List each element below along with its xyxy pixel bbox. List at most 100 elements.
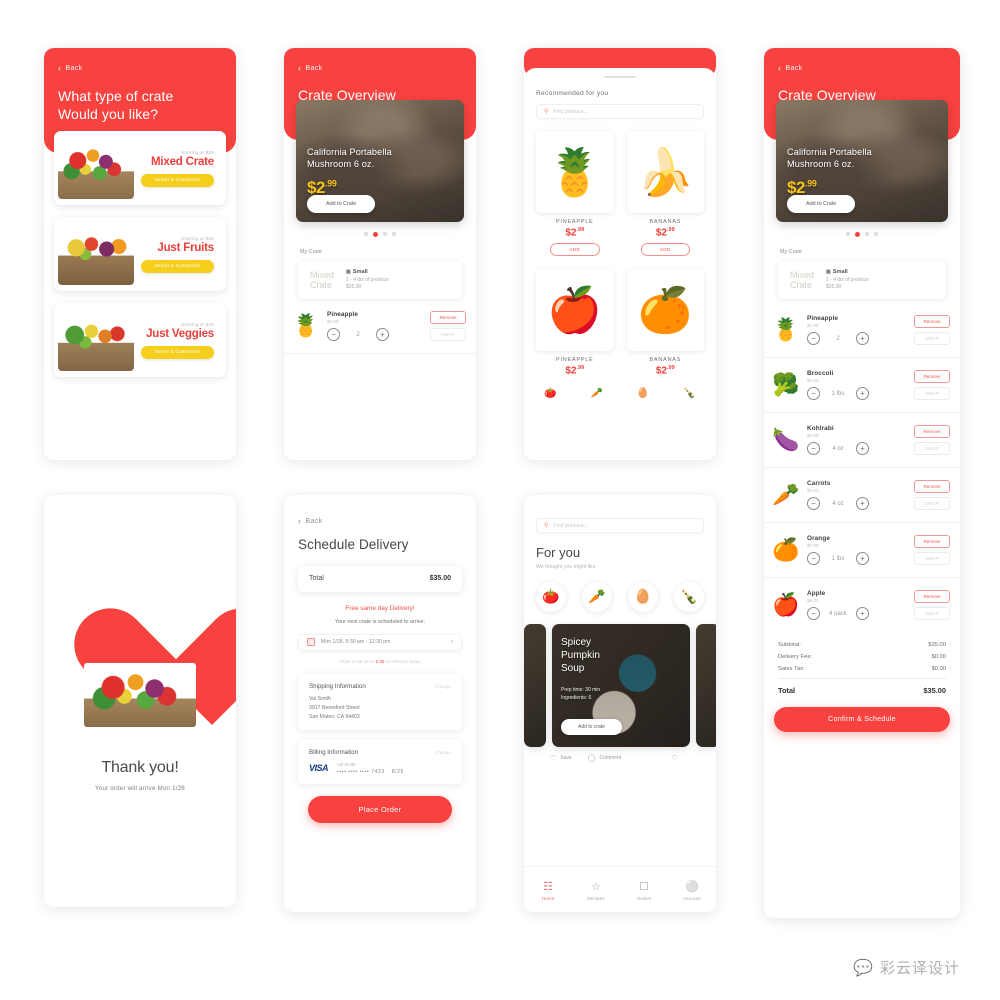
recipe-card-next[interactable] bbox=[696, 624, 716, 747]
tomato-icon[interactable]: 🍅 bbox=[536, 582, 566, 612]
decrement-button[interactable]: − bbox=[807, 332, 820, 345]
add-button[interactable]: ADD bbox=[550, 243, 600, 257]
back-button[interactable]: ‹ Back bbox=[298, 64, 462, 73]
carousel-dot[interactable] bbox=[865, 232, 869, 236]
tomato-icon[interactable]: 🍅 bbox=[542, 385, 559, 402]
swap-button[interactable]: SWAP bbox=[914, 607, 950, 620]
increment-button[interactable]: + bbox=[856, 607, 869, 620]
crate-summary-card[interactable]: Mixed Crate ▦ Small 2 - 4 lbs of produce … bbox=[778, 261, 946, 299]
save-button-next[interactable]: ♡ bbox=[671, 754, 677, 762]
swap-button[interactable]: SWAP bbox=[914, 497, 950, 510]
quantity-stepper[interactable]: − 1 lbs + bbox=[807, 552, 907, 565]
carousel-dots[interactable] bbox=[284, 232, 476, 237]
increment-button[interactable]: + bbox=[856, 552, 869, 565]
recipe-card-active[interactable]: Spicey Pumpkin Soup Prep time: 30 min In… bbox=[552, 624, 690, 747]
egg-icon[interactable]: 🥚 bbox=[628, 582, 658, 612]
decrement-button[interactable]: − bbox=[807, 607, 820, 620]
decrement-button[interactable]: − bbox=[807, 552, 820, 565]
increment-button[interactable]: + bbox=[856, 387, 869, 400]
comment-button[interactable]: ◯ Comment bbox=[588, 754, 622, 762]
carousel-dot-active[interactable] bbox=[373, 232, 378, 237]
search-input[interactable]: Find produce... bbox=[553, 109, 588, 115]
product-card-bananas[interactable]: 🍌 BANANAS $2.99 ADD bbox=[626, 131, 704, 257]
recommended-sheet: Recommended for you ⚲ Find produce... 🍍 … bbox=[524, 68, 716, 402]
swap-button[interactable]: SWAP bbox=[430, 328, 466, 341]
remove-button[interactable]: Remove bbox=[914, 315, 950, 328]
carousel-dot[interactable] bbox=[874, 232, 878, 236]
egg-icon[interactable]: 🥚 bbox=[635, 385, 652, 402]
carrot-icon[interactable]: 🥕 bbox=[588, 385, 605, 402]
carrot-icon[interactable]: 🥕 bbox=[582, 582, 612, 612]
quantity-stepper[interactable]: − 1 lbs + bbox=[807, 387, 907, 400]
save-button[interactable]: ♡ Save bbox=[550, 754, 572, 762]
recipe-card-prev[interactable] bbox=[524, 624, 546, 747]
product-card-pineapple[interactable]: 🍍 PINEAPPLE $2.99 ADD bbox=[536, 131, 614, 257]
select-customize-button[interactable]: Select & Customize bbox=[140, 345, 214, 359]
increment-button[interactable]: + bbox=[376, 328, 389, 341]
product-card-apple[interactable]: 🍎 PINEAPPLE $2.99 bbox=[536, 269, 614, 377]
sheet-handle[interactable] bbox=[604, 76, 636, 78]
select-customize-button[interactable]: Select & Customize bbox=[140, 173, 214, 187]
nav-item-home[interactable]: ☷ Home bbox=[524, 881, 572, 902]
bottom-navigation: ☷ Home ☆ Recipes ☐ Orders ⚪ Account bbox=[524, 866, 716, 912]
remove-button[interactable]: Remove bbox=[914, 590, 950, 603]
nav-item-account[interactable]: ⚪ Account bbox=[668, 881, 716, 902]
crate-option-mixed[interactable]: Starting at $35 Mixed Crate Select & Cus… bbox=[54, 131, 226, 205]
increment-button[interactable]: + bbox=[856, 332, 869, 345]
decrement-button[interactable]: − bbox=[807, 387, 820, 400]
add-to-crate-button[interactable]: Add to crate bbox=[561, 719, 622, 735]
search-bar[interactable]: ⚲ Find produce... bbox=[536, 518, 704, 533]
remove-button[interactable]: Remove bbox=[914, 425, 950, 438]
decrement-button[interactable]: − bbox=[807, 497, 820, 510]
increment-button[interactable]: + bbox=[856, 442, 869, 455]
nav-item-recipes[interactable]: ☆ Recipes bbox=[572, 881, 620, 902]
carousel-dots[interactable] bbox=[764, 232, 960, 237]
place-order-button[interactable]: Place Order bbox=[308, 795, 452, 823]
add-to-crate-button[interactable]: Add to Crate bbox=[307, 195, 376, 213]
decrement-button[interactable]: − bbox=[807, 442, 820, 455]
swap-button[interactable]: SWAP bbox=[914, 332, 950, 345]
select-customize-button[interactable]: Select & Customize bbox=[140, 259, 214, 273]
search-input[interactable]: Find produce... bbox=[553, 523, 588, 529]
quantity-stepper[interactable]: − 4 oz + bbox=[807, 442, 907, 455]
crate-option-fruits[interactable]: Starting at $35 Just Fruits Select & Cus… bbox=[54, 217, 226, 291]
remove-button[interactable]: Remove bbox=[914, 370, 950, 383]
bottle-icon[interactable]: 🍾 bbox=[674, 582, 704, 612]
quantity-stepper[interactable]: − 2 + bbox=[807, 332, 907, 345]
swap-button[interactable]: SWAP bbox=[914, 387, 950, 400]
nav-item-orders[interactable]: ☐ Orders bbox=[620, 881, 668, 902]
quantity-stepper[interactable]: − 2 + bbox=[327, 328, 423, 341]
carousel-dot-active[interactable] bbox=[855, 232, 860, 237]
delivery-slot-select[interactable]: Mon 1/28, 9:30 am - 12:30 pm ▾ bbox=[298, 633, 462, 651]
product-card-orange[interactable]: 🍊 BANANAS $2.99 bbox=[626, 269, 704, 377]
back-button[interactable]: ‹ Back bbox=[58, 64, 222, 73]
bottle-icon[interactable]: 🍾 bbox=[681, 385, 698, 402]
remove-button[interactable]: Remove bbox=[914, 535, 950, 548]
swap-button[interactable]: SWAP bbox=[914, 442, 950, 455]
chevron-down-icon[interactable]: ▾ bbox=[450, 639, 453, 645]
carousel-dot[interactable] bbox=[383, 232, 387, 236]
add-to-crate-button[interactable]: Add to Crate bbox=[787, 195, 856, 213]
crate-option-veggies[interactable]: Starting at $35 Just Veggies Select & Cu… bbox=[54, 303, 226, 377]
add-button[interactable]: ADD bbox=[640, 243, 690, 257]
search-bar[interactable]: ⚲ Find produce... bbox=[536, 104, 704, 119]
swap-button[interactable]: SWAP bbox=[914, 552, 950, 565]
back-button[interactable]: ‹ Back bbox=[298, 517, 462, 526]
quantity-stepper[interactable]: − 4 pack + bbox=[807, 607, 907, 620]
decrement-button[interactable]: − bbox=[327, 328, 340, 341]
crate-summary-card[interactable]: Mixed Crate ▦ Small 2 - 4 lbs of produce … bbox=[298, 261, 462, 299]
carousel-dot[interactable] bbox=[846, 232, 850, 236]
featured-product[interactable]: California Portabella Mushroom 6 oz. $2.… bbox=[284, 100, 476, 222]
recipe-carousel[interactable]: Spicey Pumpkin Soup Prep time: 30 min In… bbox=[524, 624, 716, 747]
increment-button[interactable]: + bbox=[856, 497, 869, 510]
back-button[interactable]: ‹ Back bbox=[778, 64, 946, 73]
featured-product[interactable]: California Portabella Mushroom 6 oz. $2.… bbox=[764, 100, 960, 222]
shipping-change-link[interactable]: Change bbox=[435, 684, 451, 689]
carousel-dot[interactable] bbox=[364, 232, 368, 236]
carousel-dot[interactable] bbox=[392, 232, 396, 236]
remove-button[interactable]: Remove bbox=[914, 480, 950, 493]
billing-change-link[interactable]: Change bbox=[435, 750, 451, 755]
quantity-stepper[interactable]: − 4 oz + bbox=[807, 497, 907, 510]
confirm-schedule-button[interactable]: Confirm & Schedule bbox=[774, 707, 950, 732]
remove-button[interactable]: Remove bbox=[430, 311, 466, 324]
